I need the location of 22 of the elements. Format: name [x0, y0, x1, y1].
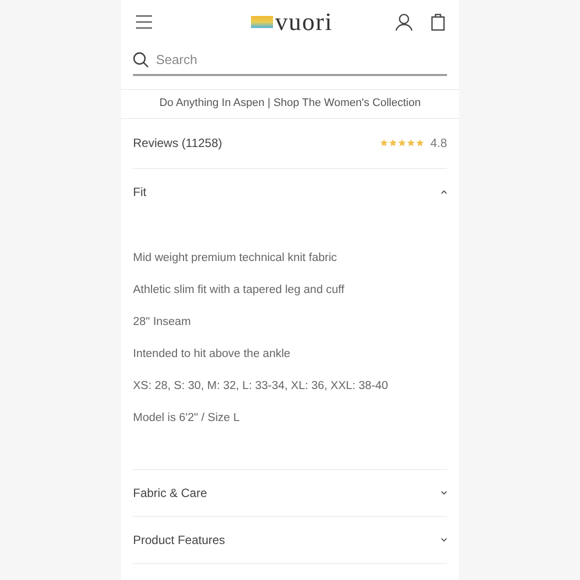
reviews-link[interactable]: Reviews (11258): [133, 134, 222, 152]
search-field[interactable]: Search: [156, 50, 447, 70]
menu-icon[interactable]: [135, 15, 153, 29]
accordion-header[interactable]: Product Features: [133, 516, 447, 562]
fit-detail-text: Mid weight premium technical knit fabric: [133, 250, 338, 266]
logo-mark-icon: [251, 16, 274, 28]
accordion-header[interactable]: Fabric & Care: [133, 470, 447, 516]
fit-detail-text: Athletic slim fit with a tapered leg and cuff: [133, 282, 346, 298]
logo[interactable]: vuori: [251, 10, 333, 34]
user-icon[interactable]: [395, 13, 413, 31]
bag-icon[interactable]: [431, 13, 445, 31]
accordion-header[interactable]: Fit: [133, 168, 447, 214]
fit-detail-text: XS: 28, S: 30, M: 32, L: 33-34, XL: 36, XXL: 38-40: [133, 378, 390, 394]
section-title: Fit: [133, 184, 146, 200]
search-icon: [133, 52, 149, 68]
rating-value: 4.8: [430, 135, 447, 152]
section-title: Fabric & Care: [133, 484, 208, 502]
section-title: Product Features: [133, 532, 226, 548]
fit-detail-text: Model is 6'2" / Size L: [133, 410, 241, 426]
promo-banner-link[interactable]: Do Anything In Aspen | Shop The Women's Collection: [159, 95, 421, 112]
fit-detail-text: 28" Inseam: [133, 314, 192, 330]
fit-detail-text: Intended to hit above the ankle: [133, 346, 292, 362]
